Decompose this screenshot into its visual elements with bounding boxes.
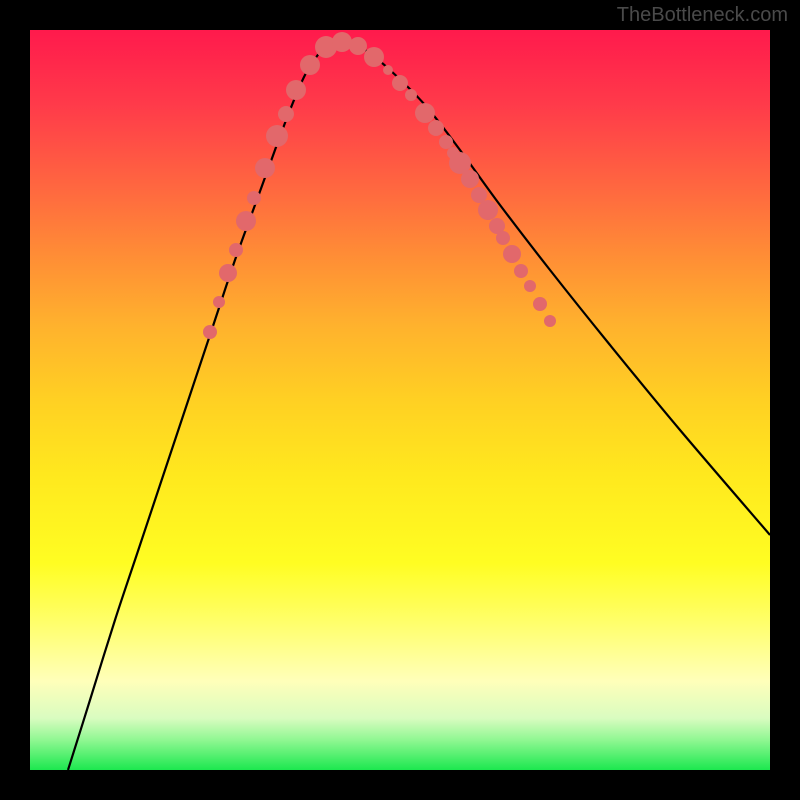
data-marker <box>415 103 435 123</box>
data-marker <box>478 200 498 220</box>
data-marker <box>496 231 510 245</box>
data-marker <box>514 264 528 278</box>
data-marker <box>300 55 320 75</box>
data-marker <box>266 125 288 147</box>
data-marker <box>349 37 367 55</box>
data-marker <box>364 47 384 67</box>
data-marker <box>278 106 294 122</box>
watermark-text: TheBottleneck.com <box>617 4 788 27</box>
data-marker <box>428 120 444 136</box>
data-marker <box>392 75 408 91</box>
data-marker <box>405 89 417 101</box>
data-marker <box>203 325 217 339</box>
data-marker <box>383 65 393 75</box>
data-marker <box>286 80 306 100</box>
data-marker <box>503 245 521 263</box>
data-marker <box>255 158 275 178</box>
data-marker <box>533 297 547 311</box>
plot-area <box>30 30 770 770</box>
data-marker <box>439 135 453 149</box>
data-marker <box>229 243 243 257</box>
data-marker <box>219 264 237 282</box>
curve-path <box>68 41 770 770</box>
marker-group <box>203 32 556 339</box>
data-marker <box>213 296 225 308</box>
data-marker <box>332 32 352 52</box>
data-marker <box>247 191 261 205</box>
data-marker <box>524 280 536 292</box>
data-marker <box>461 170 479 188</box>
data-marker <box>236 211 256 231</box>
data-marker <box>544 315 556 327</box>
bottleneck-chart <box>30 30 770 770</box>
